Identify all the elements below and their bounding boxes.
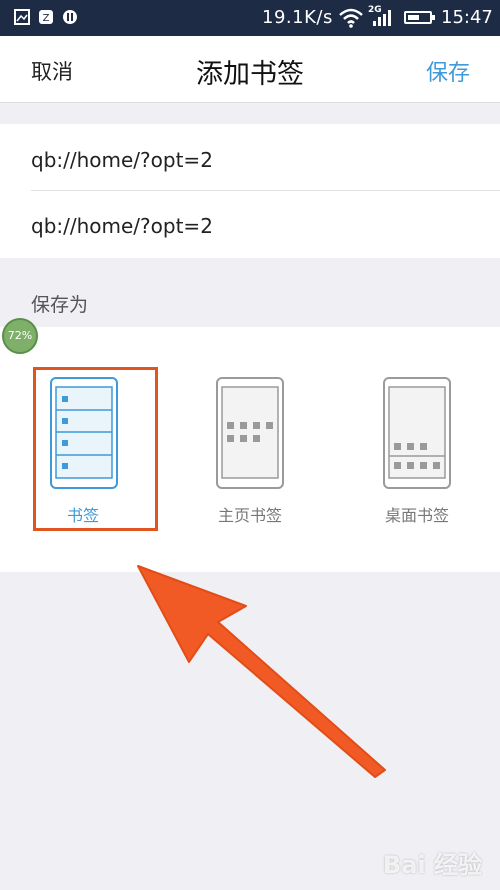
baidu-jingyan-watermark: Bai 经验 bbox=[383, 845, 482, 880]
watermark-text: Bai 经验 bbox=[382, 851, 482, 879]
annotation-arrow bbox=[137, 565, 386, 778]
